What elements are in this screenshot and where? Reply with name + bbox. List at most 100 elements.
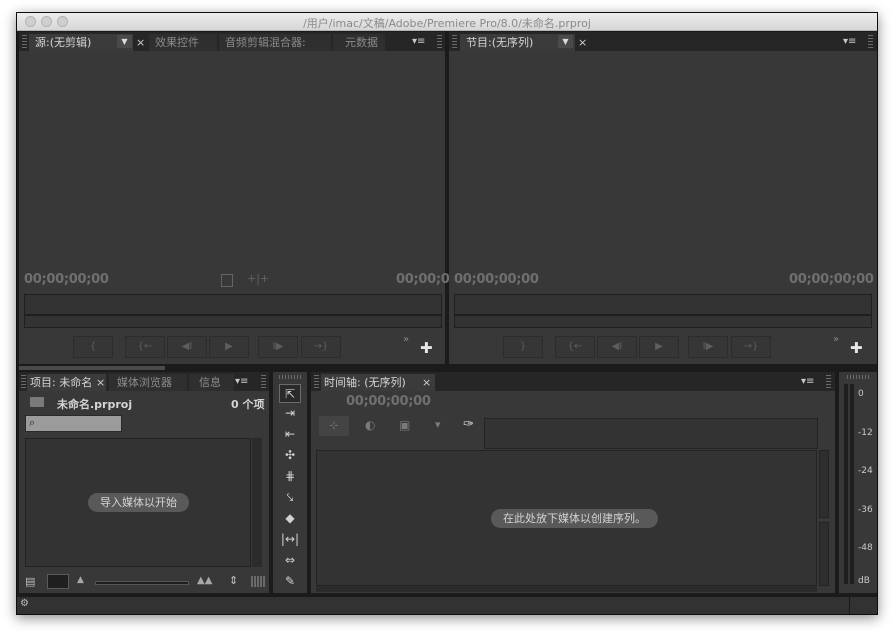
mark-out-button[interactable]: } (503, 336, 543, 358)
panel-grip-icon[interactable] (826, 375, 831, 388)
zoom-out-mountain-icon[interactable]: ▲ (77, 575, 84, 585)
program-sequence-dropdown[interactable]: ▼ (558, 35, 573, 48)
project-filename: 未命名.prproj (57, 398, 133, 411)
panel-grip-icon[interactable] (847, 375, 869, 379)
panel-grip-icon[interactable] (22, 35, 27, 48)
list-view-icon[interactable]: ▤ (25, 575, 35, 588)
go-to-in-button[interactable]: {← (125, 336, 165, 358)
more-controls-icon[interactable]: » (403, 334, 409, 345)
selection-tool-icon[interactable]: ⇱ (279, 384, 301, 403)
panel-grip-icon[interactable] (868, 35, 873, 48)
go-to-out-button[interactable]: →} (301, 336, 341, 358)
background-tasks-icon[interactable]: ⚙ (20, 598, 29, 609)
snap-icon[interactable]: ⊹ (319, 416, 349, 436)
go-to-out-button[interactable]: →} (731, 336, 771, 358)
rolling-edit-tool-icon[interactable]: ✣ (279, 446, 301, 465)
timeline-horizontal-scrollbar[interactable] (316, 586, 817, 592)
audio-tracks-scrollbar[interactable] (819, 522, 829, 586)
slide-tool-icon[interactable]: |↔| (279, 530, 301, 549)
tools-panel: ⇱ ⇥ ⇤ ✣ ⋕ ⤥ ◆ |↔| ⇔ ✎ (273, 372, 307, 593)
close-icon[interactable]: × (422, 374, 431, 391)
program-time-ruler[interactable] (454, 294, 872, 315)
go-to-in-button[interactable]: {← (555, 336, 595, 358)
step-forward-button[interactable]: I▶ (688, 336, 728, 358)
step-back-button[interactable]: ◀I (167, 336, 207, 358)
meter-channel-left (844, 384, 848, 584)
slip-tool-icon[interactable]: ◆ (279, 509, 301, 528)
panel-menu-icon[interactable]: ▾≡ (843, 34, 856, 49)
tab-program-label: 节目:(无序列) (466, 36, 534, 49)
button-editor-plus-icon[interactable]: ✚ (850, 339, 863, 357)
timeline-track-area[interactable]: 在此处放下媒体以创建序列。 (316, 450, 817, 586)
icon-view-icon[interactable] (47, 574, 69, 589)
video-tracks-scrollbar[interactable] (819, 450, 829, 518)
import-media-hint: 导入媒体以开始 (88, 493, 189, 512)
meter-tick-minus-36: -36 (858, 505, 873, 515)
tab-effect-controls[interactable]: 效果控件 (149, 34, 217, 51)
panel-grip-icon[interactable] (452, 35, 457, 48)
panel-grip-icon[interactable] (314, 375, 319, 388)
button-editor-plus-icon[interactable]: ✚ (420, 339, 433, 357)
pen-tool-icon[interactable]: ✎ (279, 572, 301, 591)
wrench-icon[interactable]: ✑ (463, 417, 474, 432)
track-select-tool-icon[interactable]: ⇥ (279, 404, 301, 423)
hand-tool-icon[interactable]: ⇔ (279, 551, 301, 570)
project-item-count: 0 个项 (231, 398, 265, 411)
marker-flag-icon[interactable]: ▾ (435, 418, 441, 431)
panel-grip-icon[interactable] (437, 35, 442, 48)
ripple-edit-tool-icon[interactable]: ⇤ (279, 425, 301, 444)
program-monitor-panel: 节目:(无序列) ▼ × ▾≡ 00;00;00;00 00;00;00;00 … (449, 32, 877, 364)
rate-stretch-tool-icon[interactable]: ⋕ (279, 467, 301, 486)
tab-metadata[interactable]: 元数据 (333, 34, 385, 51)
close-icon[interactable]: × (96, 374, 105, 391)
premiere-window: /用户/imac/文稿/Adobe/Premiere Pro/8.0/未命名.p… (16, 12, 878, 615)
panel-menu-icon[interactable]: ▾≡ (412, 34, 425, 49)
source-clip-dropdown[interactable]: ▼ (117, 35, 132, 48)
title-bar: /用户/imac/文稿/Adobe/Premiere Pro/8.0/未命名.p… (17, 13, 877, 31)
tab-timeline[interactable]: 时间轴: (无序列) (321, 374, 435, 391)
folder-icon (30, 397, 44, 407)
project-footer-bar: ▤ ▲ ▲▲ ⇕ (23, 574, 267, 591)
play-button[interactable]: ▶ (639, 336, 679, 358)
tab-project[interactable]: 项目: 未命名 (27, 374, 106, 391)
step-forward-button[interactable]: I▶ (258, 336, 298, 358)
more-controls-icon[interactable]: » (833, 334, 839, 345)
source-panel-scrollbar[interactable] (19, 366, 165, 370)
play-button[interactable]: ▶ (209, 336, 249, 358)
panel-menu-icon[interactable]: ▾≡ (801, 374, 814, 389)
tab-audio-clip-mixer[interactable]: 音频剪辑混合器: (219, 34, 331, 51)
program-zoom-scroll-bar[interactable] (454, 315, 872, 328)
step-back-button[interactable]: ◀I (597, 336, 637, 358)
razor-tool-icon[interactable]: ⤥ (279, 488, 301, 507)
timeline-time-ruler[interactable] (484, 418, 818, 449)
project-bin-area[interactable]: 导入媒体以开始 (25, 438, 251, 567)
zoom-slider[interactable] (95, 581, 189, 585)
add-marker-icon[interactable]: ▣ (399, 418, 410, 432)
automate-to-sequence-icon[interactable] (251, 576, 265, 587)
window-title: /用户/imac/文稿/Adobe/Premiere Pro/8.0/未命名.p… (303, 17, 591, 30)
close-icon[interactable]: × (136, 34, 145, 51)
project-search-input[interactable]: ⌕ (25, 415, 122, 432)
linked-selection-icon[interactable]: ◐ (365, 418, 375, 432)
tab-media-browser[interactable]: 媒体浏览器 (109, 374, 187, 391)
zoom-in-mountain-icon[interactable]: ▲▲ (197, 575, 212, 586)
meter-channel-right (850, 384, 854, 584)
search-icon: ⌕ (29, 416, 36, 429)
mark-in-button[interactable]: { (73, 336, 113, 358)
panel-menu-icon[interactable]: ▾≡ (235, 374, 248, 389)
drag-audio-icon[interactable]: +|+ (247, 272, 269, 285)
close-icon[interactable]: × (578, 34, 587, 51)
sort-icon[interactable]: ⇕ (229, 574, 238, 587)
timeline-playhead-timecode[interactable]: 00;00;00;00 (346, 394, 431, 409)
source-time-ruler[interactable] (24, 294, 442, 315)
project-vertical-scrollbar[interactable] (252, 438, 262, 567)
tab-info[interactable]: 信息 (189, 374, 234, 391)
source-zoom-scroll-bar[interactable] (24, 315, 442, 328)
panel-grip-icon[interactable] (21, 375, 26, 388)
panel-grip-icon[interactable] (279, 375, 301, 379)
source-playhead-timecode[interactable]: 00;00;00;00 (24, 272, 109, 287)
meter-tick-minus-12: -12 (858, 428, 873, 438)
panel-grip-icon[interactable] (261, 375, 266, 388)
film-strip-icon[interactable] (221, 274, 233, 287)
program-playhead-timecode[interactable]: 00;00;00;00 (454, 272, 539, 287)
